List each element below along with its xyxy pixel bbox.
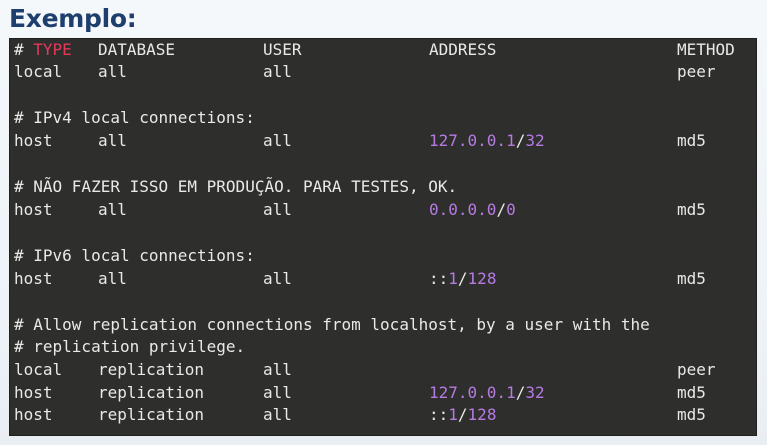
- comment-line: # IPv4 local connections:: [10, 107, 756, 129]
- config-row: host all all 127.0.0.1/32 md5: [10, 130, 756, 152]
- address-ip: 127.0.0.1: [429, 131, 516, 150]
- comment-warning: # NÃO FAZER ISSO EM PRODUÇÃO. PARA TESTE…: [14, 177, 458, 196]
- comment-line: # Allow replication connections from loc…: [10, 314, 756, 336]
- address-ip: 127.0.0.1: [429, 383, 516, 402]
- row-user: all: [263, 360, 292, 379]
- address-separator: /: [515, 383, 526, 402]
- header-address: ADDRESS: [429, 40, 497, 59]
- row-database: replication: [98, 383, 204, 402]
- header-method: METHOD: [677, 40, 735, 59]
- address-separator: /: [515, 131, 526, 150]
- row-method: peer: [677, 62, 716, 81]
- row-database: replication: [98, 405, 204, 424]
- comment-ipv6: # IPv6 local connections:: [14, 246, 255, 265]
- row-user: all: [263, 269, 292, 288]
- address-separator: /: [496, 200, 507, 219]
- row-type: local: [14, 62, 63, 81]
- config-row: local replication all peer: [10, 359, 756, 381]
- address-mask: 0: [506, 200, 516, 219]
- row-database: all: [98, 269, 127, 288]
- row-type: host: [14, 269, 53, 288]
- row-user: all: [263, 62, 292, 81]
- address-separator: /: [457, 405, 468, 424]
- row-user: all: [263, 383, 292, 402]
- row-type: host: [14, 383, 53, 402]
- address-mask: 32: [525, 131, 545, 150]
- row-address: ::1/128: [429, 404, 496, 426]
- comment-ipv4: # IPv4 local connections:: [14, 108, 255, 127]
- config-row: local all all peer: [10, 61, 756, 83]
- terminal-window: # TYPE DATABASE USER ADDRESS METHOD loca…: [10, 39, 756, 435]
- row-type: local: [14, 360, 63, 379]
- row-address: 127.0.0.1/32: [429, 130, 545, 152]
- address-mask: 128: [467, 405, 497, 424]
- row-method: md5: [677, 200, 706, 219]
- comment-replication: # Allow replication connections from loc…: [14, 315, 650, 334]
- row-user: all: [263, 200, 292, 219]
- row-user: all: [263, 405, 292, 424]
- comment-line: # IPv6 local connections:: [10, 245, 756, 267]
- row-method: md5: [677, 405, 706, 424]
- address-mask: 128: [467, 269, 497, 288]
- header-database: DATABASE: [98, 40, 176, 59]
- row-address: 0.0.0.0/0: [429, 199, 516, 221]
- row-method: md5: [677, 131, 706, 150]
- slide-title: Exemplo:: [9, 4, 137, 33]
- header-type: TYPE: [33, 40, 72, 59]
- row-address: ::1/128: [429, 268, 496, 290]
- address-ip: 1: [448, 405, 458, 424]
- config-row: host all all 0.0.0.0/0 md5: [10, 199, 756, 221]
- config-row: host replication all 127.0.0.1/32 md5: [10, 382, 756, 404]
- header-hash: #: [14, 40, 24, 59]
- row-user: all: [263, 131, 292, 150]
- address-mask: 32: [525, 383, 545, 402]
- row-address: 127.0.0.1/32: [429, 382, 545, 404]
- header-user: USER: [263, 40, 302, 59]
- config-row: host replication all ::1/128 md5: [10, 404, 756, 426]
- row-database: replication: [98, 360, 204, 379]
- address-separator: /: [457, 269, 468, 288]
- row-method: md5: [677, 383, 706, 402]
- header-type-cell: # TYPE: [14, 39, 72, 61]
- address-prefix: ::: [429, 405, 449, 424]
- comment-line: # NÃO FAZER ISSO EM PRODUÇÃO. PARA TESTE…: [10, 176, 756, 198]
- comment-replication-privilege: # replication privilege.: [14, 337, 246, 356]
- row-method: peer: [677, 360, 716, 379]
- address-ip: 0.0.0.0: [429, 200, 497, 219]
- comment-line: # replication privilege.: [10, 336, 756, 358]
- row-type: host: [14, 405, 53, 424]
- row-database: all: [98, 62, 127, 81]
- row-type: host: [14, 200, 53, 219]
- row-method: md5: [677, 269, 706, 288]
- header-row: # TYPE DATABASE USER ADDRESS METHOD: [10, 39, 756, 61]
- row-database: all: [98, 131, 127, 150]
- config-row: host all all ::1/128 md5: [10, 268, 756, 290]
- address-ip: 1: [448, 269, 458, 288]
- address-prefix: ::: [429, 269, 449, 288]
- row-type: host: [14, 131, 53, 150]
- row-database: all: [98, 200, 127, 219]
